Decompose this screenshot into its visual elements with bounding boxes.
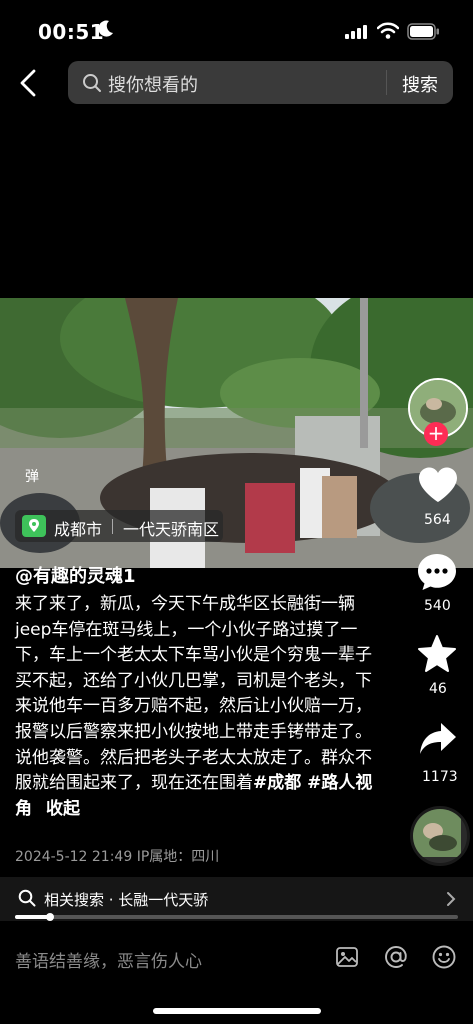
comment-input[interactable]: 善语结善缘，恶言伤人心	[15, 947, 202, 972]
post-caption: 来了来了，新瓜，今天下午成华区长融街一辆jeep车停在斑马线上，一个小伙子路过摸…	[15, 592, 375, 822]
like-count: 564	[424, 512, 451, 528]
signal-icon	[345, 25, 367, 39]
share-count: 1173	[422, 769, 458, 785]
search-input[interactable]: 搜你想看的	[108, 71, 198, 97]
back-icon[interactable]	[14, 67, 44, 99]
comment-icon[interactable]	[416, 552, 458, 592]
caption-text: 来了来了，新瓜，今天下午成华区长融街一辆jeep车停在斑马线上，一个小伙子路过摸…	[15, 594, 372, 794]
home-indicator[interactable]	[153, 1008, 321, 1014]
search-icon	[18, 889, 36, 907]
emoji-icon[interactable]	[431, 944, 457, 970]
location-city: 成都市	[54, 520, 103, 539]
location-pin-icon	[22, 515, 46, 537]
collapse-button[interactable]: 收起	[46, 799, 80, 819]
search-icon	[83, 74, 101, 92]
search-divider	[386, 70, 387, 95]
mention-icon[interactable]	[383, 944, 409, 970]
image-icon[interactable]	[335, 945, 359, 969]
search-button[interactable]: 搜索	[402, 71, 438, 97]
chevron-right-icon[interactable]	[446, 891, 456, 907]
share-icon[interactable]	[418, 721, 458, 757]
location-place: 一代天骄南区	[123, 520, 220, 539]
star-icon[interactable]	[417, 634, 457, 674]
comment-count: 540	[424, 598, 451, 614]
post-meta: 2024-5-12 21:49 IP属地：四川	[15, 849, 220, 865]
video-progress-track[interactable]	[15, 915, 458, 919]
wifi-icon	[377, 22, 399, 39]
moon-icon	[98, 20, 113, 37]
danmu-toggle[interactable]: 弹	[25, 466, 39, 486]
location-separator	[112, 519, 113, 534]
follow-button[interactable]: +	[424, 422, 448, 446]
music-disc[interactable]	[410, 806, 470, 866]
favorite-count: 46	[429, 681, 447, 697]
heart-icon[interactable]	[417, 466, 459, 504]
author-name[interactable]: @有趣的灵魂1	[15, 562, 136, 588]
status-time: 00:51	[38, 20, 105, 44]
battery-icon	[407, 23, 439, 40]
video-progress-fill	[15, 915, 51, 919]
related-search-label[interactable]: 相关搜索 · 长融一代天骄	[44, 889, 208, 910]
